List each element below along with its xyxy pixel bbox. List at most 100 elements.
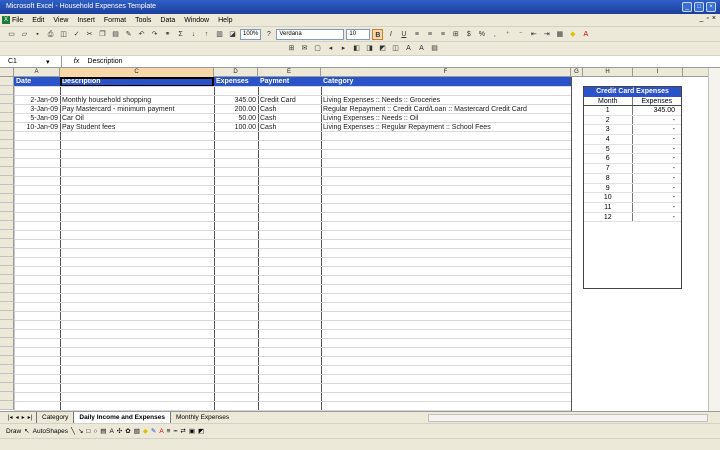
currency-icon[interactable]: $ (463, 29, 474, 40)
chart-wizard-icon[interactable]: ▥ (214, 29, 225, 40)
month-expense-cell[interactable]: - (633, 125, 682, 134)
menu-window[interactable]: Window (184, 17, 209, 24)
hyperlink-icon[interactable]: ⚭ (162, 29, 173, 40)
comma-icon[interactable]: , (489, 29, 500, 40)
row-header[interactable] (0, 167, 14, 176)
paste-icon[interactable]: ▤ (110, 29, 121, 40)
protect-icon[interactable]: ◩ (377, 43, 388, 54)
row-header[interactable] (0, 383, 14, 392)
excel-icon[interactable]: X (2, 16, 10, 24)
rectangle-icon[interactable]: □ (86, 428, 90, 435)
decrease-decimal-icon[interactable]: ⁻ (515, 29, 526, 40)
increase-indent-icon[interactable]: ⇥ (541, 29, 552, 40)
arrow-style-icon[interactable]: ⇄ (180, 427, 185, 435)
month-cell[interactable]: 9 (584, 183, 633, 193)
row-header[interactable] (0, 86, 14, 95)
month-expense-cell[interactable]: - (633, 213, 682, 222)
month-cell[interactable]: 5 (584, 144, 633, 154)
clipart-icon[interactable]: ✿ (125, 427, 130, 435)
wordart-icon[interactable]: A (109, 428, 113, 435)
draw-menu[interactable]: Draw (6, 428, 21, 435)
name-box-dropdown-icon[interactable]: ▾ (46, 58, 50, 66)
row-header[interactable] (0, 131, 14, 140)
menu-help[interactable]: Help (218, 17, 232, 24)
month-expense-cell[interactable]: - (633, 164, 682, 173)
autosum-icon[interactable]: Σ (175, 29, 186, 40)
cut-icon[interactable]: ✂ (84, 29, 95, 40)
expenses-label[interactable]: Expenses (633, 97, 682, 105)
row-header[interactable] (0, 275, 14, 284)
shadow-icon[interactable]: ▣ (189, 427, 195, 435)
row-header[interactable] (0, 338, 14, 347)
preview-icon[interactable]: ◫ (58, 29, 69, 40)
comment-icon[interactable]: ▢ (312, 43, 323, 54)
decrease-indent-icon[interactable]: ⇤ (528, 29, 539, 40)
row-header[interactable] (0, 140, 14, 149)
last-sheet-icon[interactable]: ▸| (28, 414, 33, 421)
row-header[interactable] (0, 230, 14, 239)
credit-card-title[interactable]: Credit Card Expenses (584, 87, 681, 97)
next-comment-icon[interactable]: ▸ (338, 43, 349, 54)
month-cell[interactable]: 12 (584, 212, 633, 222)
worksheet-grid[interactable]: A C D E F G H I Date Description Expense… (0, 68, 720, 411)
prev-sheet-icon[interactable]: ◂ (16, 414, 19, 421)
month-cell[interactable]: 6 (584, 154, 633, 164)
column-header-c[interactable]: C (60, 68, 214, 77)
prev-comment-icon[interactable]: ◂ (325, 43, 336, 54)
tab-monthly-expenses[interactable]: Monthly Expenses (170, 412, 234, 423)
select-objects-icon[interactable]: ↖ (24, 427, 29, 435)
sort-asc-icon[interactable]: ↓ (188, 29, 199, 40)
row-header[interactable] (0, 221, 14, 230)
select-all-corner[interactable] (0, 68, 14, 77)
column-header-e[interactable]: E (258, 68, 321, 77)
pivot-icon[interactable]: ⊞ (286, 43, 297, 54)
name-box[interactable]: C1 (0, 56, 62, 67)
drawing-icon[interactable]: ◪ (227, 29, 238, 40)
row-header[interactable] (0, 77, 14, 86)
textbox-icon[interactable]: ▤ (100, 427, 106, 435)
diagram-icon[interactable]: ✣ (117, 427, 122, 435)
italic-button[interactable]: I (385, 29, 396, 40)
picture-icon[interactable]: ▧ (134, 427, 140, 435)
underline-button[interactable]: U (398, 29, 409, 40)
3d-icon[interactable]: ◩ (198, 427, 204, 435)
wordart-icon[interactable]: A (416, 43, 427, 54)
font-color-icon[interactable]: A (580, 29, 591, 40)
row-header[interactable] (0, 374, 14, 383)
align-center-icon[interactable]: ≡ (424, 29, 435, 40)
row-header[interactable] (0, 248, 14, 257)
text-box-icon[interactable]: A (403, 43, 414, 54)
month-expense-cell[interactable]: - (633, 184, 682, 193)
menu-edit[interactable]: Edit (32, 17, 44, 24)
column-header-g[interactable]: G (571, 68, 583, 77)
reviewing-icon[interactable]: ✉ (299, 43, 310, 54)
row-header[interactable] (0, 257, 14, 266)
month-cell[interactable]: 8 (584, 173, 633, 183)
next-sheet-icon[interactable]: ▸ (22, 414, 25, 421)
save-icon[interactable]: ▪ (32, 29, 43, 40)
undo-icon[interactable]: ↶ (136, 29, 147, 40)
column-header-f[interactable]: F (321, 68, 571, 77)
month-cell[interactable]: 2 (584, 115, 633, 125)
row-header[interactable] (0, 311, 14, 320)
row-header[interactable] (0, 356, 14, 365)
column-header-h[interactable]: H (583, 68, 633, 77)
row-header[interactable] (0, 176, 14, 185)
row-header[interactable] (0, 293, 14, 302)
redo-icon[interactable]: ↷ (149, 29, 160, 40)
borders-icon[interactable]: ▦ (554, 29, 565, 40)
fill-color-icon[interactable]: ◆ (143, 427, 148, 435)
row-header[interactable] (0, 185, 14, 194)
bold-button[interactable]: B (372, 28, 384, 40)
first-sheet-icon[interactable]: |◂ (8, 414, 13, 421)
spelling-icon[interactable]: ✓ (71, 29, 82, 40)
new-icon[interactable]: ▭ (6, 29, 17, 40)
sort-desc-icon[interactable]: ↑ (201, 29, 212, 40)
row-header[interactable] (0, 392, 14, 401)
row-header[interactable] (0, 329, 14, 338)
month-expense-cell[interactable]: - (633, 193, 682, 202)
row-header[interactable] (0, 194, 14, 203)
row-header[interactable] (0, 113, 14, 122)
tab-category[interactable]: Category (36, 412, 73, 423)
menu-file[interactable]: File (12, 17, 23, 24)
